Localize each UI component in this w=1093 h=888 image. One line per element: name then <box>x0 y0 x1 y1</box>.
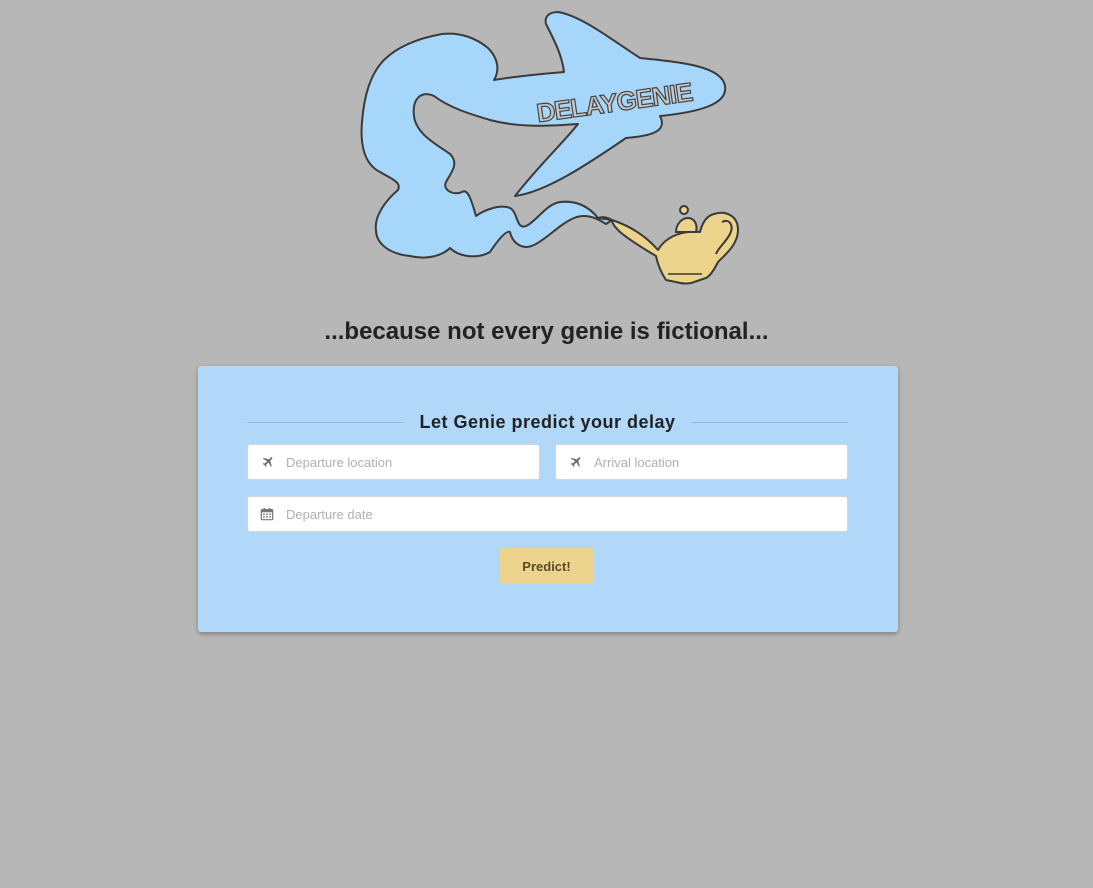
form-heading: Let Genie predict your delay <box>247 410 849 434</box>
form-heading-text: Let Genie predict your delay <box>419 411 676 432</box>
departure-location-field[interactable] <box>247 444 540 480</box>
departure-date-input[interactable] <box>286 497 847 531</box>
calendar-icon <box>248 497 286 531</box>
delaygenie-logo: DELAYGENIE <box>350 4 750 289</box>
arrival-location-input[interactable] <box>594 445 847 479</box>
departure-date-field[interactable] <box>247 496 848 532</box>
page-tagline: ...because not every genie is fictional.… <box>324 318 769 345</box>
heading-divider-right <box>691 421 849 423</box>
plane-icon <box>248 445 286 479</box>
prediction-form-card: Let Genie predict your delay Departure l… <box>198 366 898 632</box>
arrival-location-field[interactable] <box>555 444 848 480</box>
departure-location-input[interactable] <box>286 445 539 479</box>
plane-icon <box>556 445 594 479</box>
predict-button[interactable]: Predict! <box>500 548 593 584</box>
genie-lamp-icon <box>611 205 739 285</box>
heading-divider-left <box>247 421 404 423</box>
